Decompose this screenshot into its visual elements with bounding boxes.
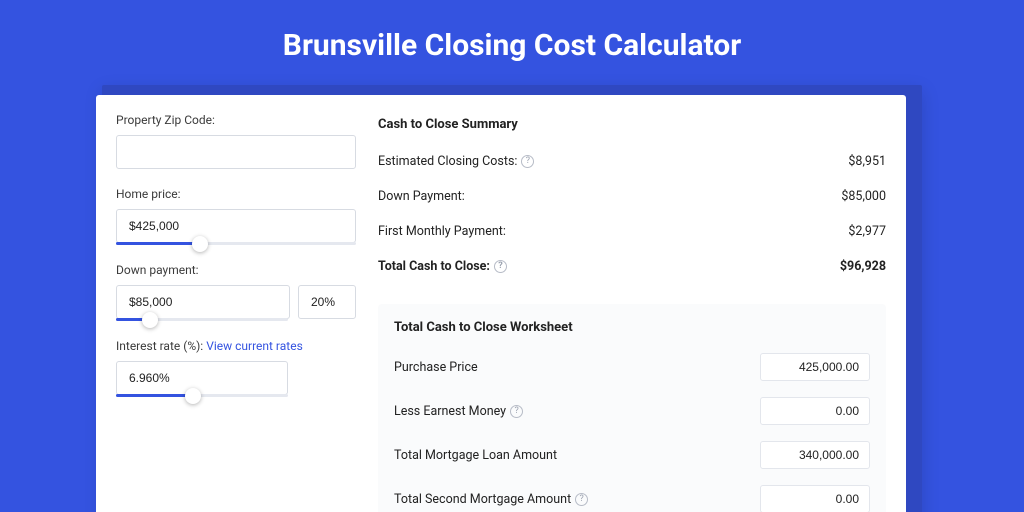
interest-rate-label: Interest rate (%): View current rates xyxy=(116,339,356,353)
down-payment-pct-input[interactable] xyxy=(298,285,356,319)
summary-row-label: First Monthly Payment: xyxy=(378,224,506,239)
home-price-label: Home price: xyxy=(116,187,356,201)
home-price-slider[interactable] xyxy=(116,242,356,245)
worksheet-row: Total Mortgage Loan Amount xyxy=(394,433,870,477)
summary-row-value: $85,000 xyxy=(841,189,886,204)
help-icon[interactable]: ? xyxy=(510,405,523,418)
help-icon[interactable]: ? xyxy=(575,493,588,506)
section-divider xyxy=(378,284,886,298)
summary-row: First Monthly Payment: $2,977 xyxy=(378,214,886,249)
worksheet-row-input[interactable] xyxy=(760,353,870,381)
home-price-slider-fill xyxy=(116,242,200,245)
page-title: Brunsville Closing Cost Calculator xyxy=(0,0,1024,85)
down-payment-slider[interactable] xyxy=(116,318,288,321)
summary-row-label: Total Cash to Close:? xyxy=(378,259,507,274)
worksheet-row: Purchase Price xyxy=(394,345,870,389)
worksheet-heading: Total Cash to Close Worksheet xyxy=(394,318,870,345)
summary-row-value: $2,977 xyxy=(848,224,886,239)
worksheet-rows: Purchase Price Less Earnest Money? Total M… xyxy=(394,345,870,512)
zip-input[interactable] xyxy=(116,135,356,169)
summary-row-label: Estimated Closing Costs:? xyxy=(378,154,534,169)
summary-row-value: $8,951 xyxy=(848,154,886,169)
summary-row-label: Down Payment: xyxy=(378,189,465,204)
summary-row-value: $96,928 xyxy=(840,259,886,274)
interest-rate-slider-thumb[interactable] xyxy=(185,388,201,404)
results-column: Cash to Close Summary Estimated Closing … xyxy=(378,113,886,512)
home-price-field: Home price: xyxy=(116,187,356,245)
zip-label: Property Zip Code: xyxy=(116,113,356,127)
interest-rate-slider-fill xyxy=(116,394,193,397)
down-payment-input[interactable] xyxy=(116,285,290,319)
worksheet-row-input[interactable] xyxy=(760,441,870,469)
help-icon[interactable]: ? xyxy=(494,260,507,273)
home-price-slider-thumb[interactable] xyxy=(192,236,208,252)
interest-rate-slider[interactable] xyxy=(116,394,288,397)
summary-heading: Cash to Close Summary xyxy=(378,113,886,144)
worksheet-row-label: Total Mortgage Loan Amount xyxy=(394,448,557,463)
summary-row: Estimated Closing Costs:? $8,951 xyxy=(378,144,886,179)
down-payment-slider-thumb[interactable] xyxy=(142,312,158,328)
interest-rate-label-text: Interest rate (%): xyxy=(116,339,206,353)
zip-field: Property Zip Code: xyxy=(116,113,356,169)
inputs-column: Property Zip Code: Home price: Down paym… xyxy=(116,113,356,512)
worksheet-row-input[interactable] xyxy=(760,485,870,512)
interest-rate-field: Interest rate (%): View current rates xyxy=(116,339,356,397)
interest-rate-input[interactable] xyxy=(116,361,288,395)
summary-row: Down Payment: $85,000 xyxy=(378,179,886,214)
summary-row: Total Cash to Close:? $96,928 xyxy=(378,249,886,284)
worksheet-row: Total Second Mortgage Amount? xyxy=(394,477,870,512)
worksheet-row-label: Less Earnest Money? xyxy=(394,404,523,419)
worksheet-section: Total Cash to Close Worksheet Purchase P… xyxy=(378,304,886,512)
down-payment-label: Down payment: xyxy=(116,263,356,277)
home-price-input[interactable] xyxy=(116,209,356,243)
worksheet-row-input[interactable] xyxy=(760,397,870,425)
down-payment-field: Down payment: xyxy=(116,263,356,321)
worksheet-row: Less Earnest Money? xyxy=(394,389,870,433)
worksheet-row-label: Total Second Mortgage Amount? xyxy=(394,492,588,507)
help-icon[interactable]: ? xyxy=(521,155,534,168)
worksheet-row-label: Purchase Price xyxy=(394,360,478,375)
summary-rows: Estimated Closing Costs:? $8,951 Down Paym… xyxy=(378,144,886,284)
calculator-card: Property Zip Code: Home price: Down paym… xyxy=(96,95,906,512)
card-shadow: Property Zip Code: Home price: Down paym… xyxy=(102,85,922,512)
view-rates-link[interactable]: View current rates xyxy=(206,339,303,353)
